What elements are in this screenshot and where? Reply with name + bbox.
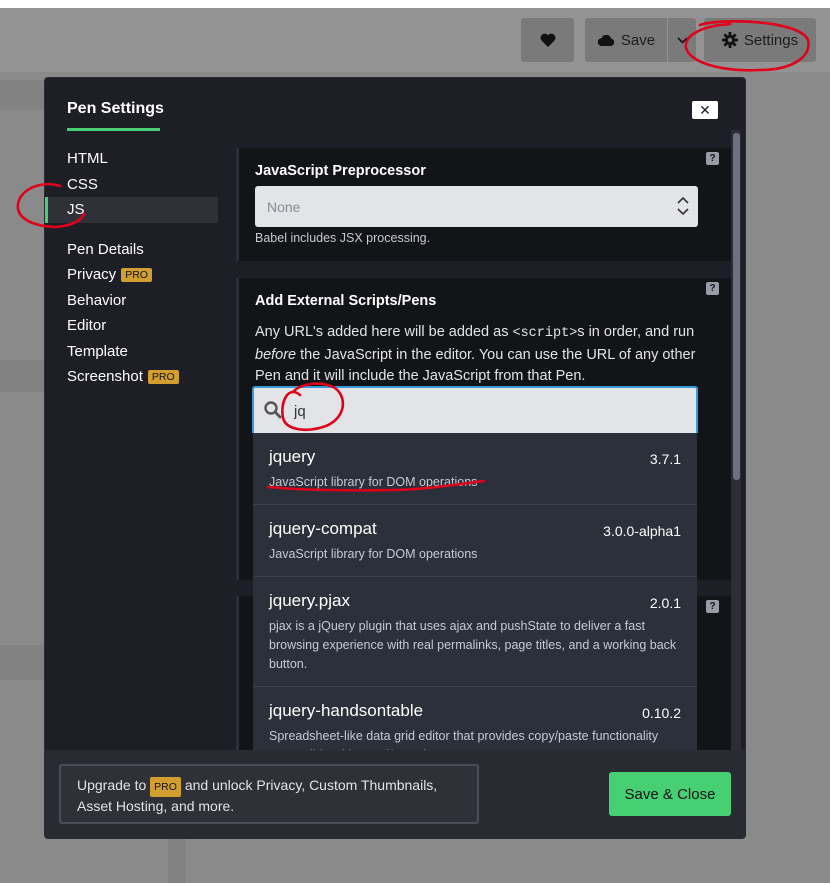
sidebar-item-label: Editor: [67, 317, 107, 335]
sidebar-item-html[interactable]: HTML: [45, 146, 220, 172]
bg-strip: [0, 80, 45, 110]
result-version: 2.0.1: [649, 595, 681, 611]
result-name: jquery.pjax: [269, 591, 350, 610]
external-scripts-heading: Add External Scripts/Pens: [255, 293, 437, 309]
pro-badge: PRO: [150, 777, 181, 797]
gear-icon: [721, 32, 738, 48]
result-version: 3.0.0-alpha1: [603, 523, 681, 539]
bg-strip: [0, 360, 45, 392]
save-button[interactable]: Save: [585, 18, 667, 62]
sidebar-item-pen-details[interactable]: Pen Details: [45, 237, 220, 263]
settings-label: Settings: [743, 31, 799, 49]
scrollbar-thumb[interactable]: [733, 133, 740, 480]
settings-content: ? JavaScript Preprocessor None Babel inc…: [236, 146, 734, 820]
js-preprocessor-select[interactable]: None: [255, 186, 698, 227]
js-preprocessor-heading: JavaScript Preprocessor: [255, 163, 426, 179]
title-underline: [67, 128, 160, 131]
desc-code: <script>: [512, 326, 578, 341]
settings-sidebar: HTML CSS JS Pen Details Privacy PRO Behav…: [45, 146, 220, 390]
sidebar-item-label: Behavior: [67, 291, 127, 309]
desc-emphasis: before: [255, 346, 297, 363]
settings-button[interactable]: Settings: [704, 18, 816, 62]
result-description: pjax is a jQuery plugin that uses ajax a…: [269, 619, 677, 671]
modal-footer: Upgrade to PRO and unlock Privacy, Custo…: [45, 750, 745, 838]
modal-title: Pen Settings: [67, 100, 164, 117]
browser-top-strip: [0, 0, 830, 8]
sidebar-item-template[interactable]: Template: [45, 339, 220, 365]
help-icon[interactable]: ?: [706, 600, 719, 613]
external-scripts-description: Any URL's added here will be added as <s…: [255, 322, 705, 388]
sidebar-item-label: CSS: [67, 175, 98, 193]
select-arrows-icon: [676, 195, 690, 220]
sidebar-item-css[interactable]: CSS: [45, 172, 220, 198]
upgrade-notice[interactable]: Upgrade to PRO and unlock Privacy, Custo…: [59, 764, 479, 824]
result-name: jquery-handsontable: [269, 701, 424, 720]
js-preprocessor-panel: ? JavaScript Preprocessor None Babel inc…: [236, 148, 731, 261]
cloud-icon: [597, 34, 615, 46]
save-dropdown-button[interactable]: [668, 18, 696, 62]
search-input[interactable]: [294, 398, 684, 424]
help-icon[interactable]: ?: [706, 152, 719, 165]
sidebar-item-label: HTML: [67, 150, 108, 168]
search-results-dropdown: jquery 3.7.1 JavaScript library for DOM …: [253, 433, 697, 778]
heart-icon: [540, 33, 556, 47]
search-result-item[interactable]: jquery-compat 3.0.0-alpha1 JavaScript li…: [253, 505, 697, 577]
close-button[interactable]: ✕: [692, 101, 718, 119]
upgrade-text: Upgrade to: [77, 777, 151, 793]
sidebar-item-js[interactable]: JS: [45, 197, 218, 223]
pro-badge: PRO: [147, 369, 179, 384]
save-close-button[interactable]: Save & Close: [609, 772, 731, 816]
bg-strip: [168, 838, 186, 883]
preprocessor-note: Babel includes JSX processing.: [255, 231, 431, 245]
save-label: Save: [620, 31, 656, 49]
desc-text: Any URL's added here will be added as: [255, 324, 513, 340]
sidebar-item-label: JS: [67, 201, 85, 219]
sidebar-item-label: Screenshot: [67, 368, 143, 386]
sidebar-item-screenshot[interactable]: Screenshot PRO: [45, 364, 220, 390]
result-description: JavaScript library for DOM operations: [269, 475, 478, 489]
result-description: JavaScript library for DOM operations: [269, 547, 478, 561]
sidebar-item-editor[interactable]: Editor: [45, 313, 220, 339]
sidebar-item-label: Privacy: [67, 266, 117, 284]
help-icon[interactable]: ?: [706, 282, 719, 295]
sidebar-item-label: Pen Details: [67, 240, 144, 258]
select-value: None: [267, 198, 301, 215]
sidebar-item-label: Template: [67, 342, 128, 360]
search-result-item[interactable]: jquery.pjax 2.0.1 pjax is a jQuery plugi…: [253, 577, 697, 687]
result-version: 0.10.2: [642, 705, 681, 721]
desc-text: the JavaScript in the editor. You can us…: [255, 346, 696, 385]
bg-strip: [0, 645, 45, 680]
chevron-down-icon: [676, 36, 688, 44]
search-result-item[interactable]: jquery 3.7.1 JavaScript library for DOM …: [253, 433, 697, 505]
pen-settings-modal: Pen Settings ✕ HTML CSS JS Pen Details P…: [45, 78, 745, 838]
result-name: jquery: [269, 447, 316, 466]
love-button[interactable]: [521, 18, 574, 62]
desc-text: s in order, and run: [577, 324, 695, 340]
sidebar-item-behavior[interactable]: Behavior: [45, 288, 220, 314]
pro-badge: PRO: [121, 267, 152, 282]
external-script-search: [252, 386, 698, 433]
sidebar-item-privacy[interactable]: Privacy PRO: [45, 262, 220, 288]
result-version: 3.7.1: [649, 451, 681, 467]
search-icon: [264, 401, 282, 424]
